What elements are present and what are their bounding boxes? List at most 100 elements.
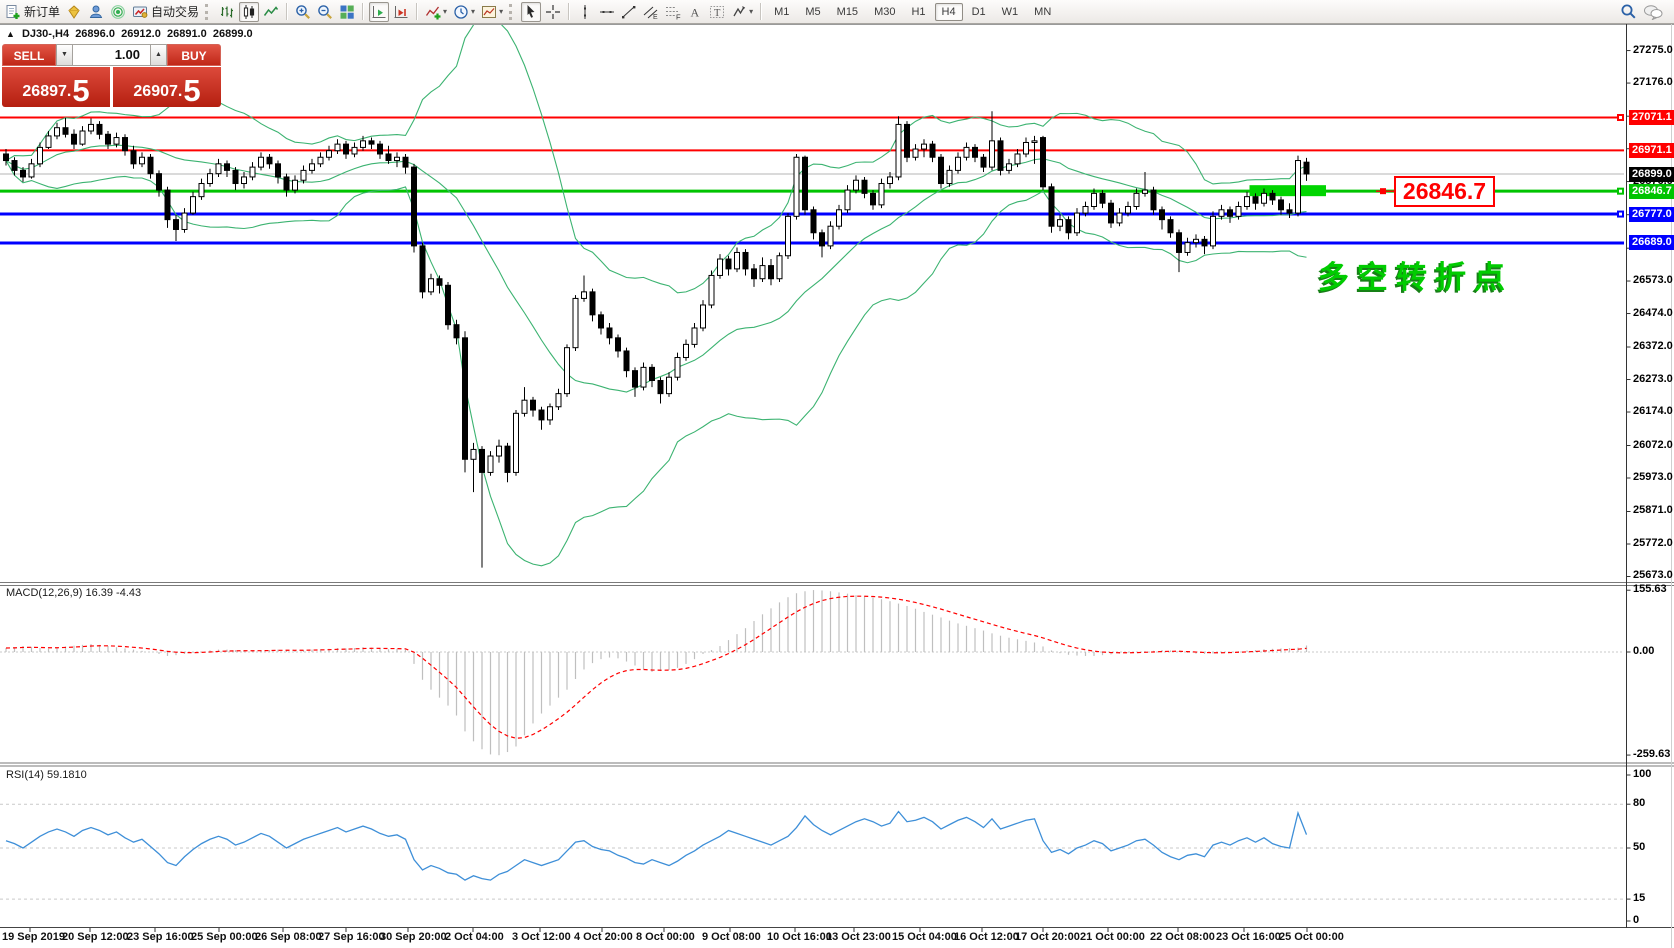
auto-scroll-button[interactable] [369, 2, 389, 22]
hline-price-label: 26777.0 [1629, 207, 1674, 222]
buy-button[interactable]: BUY [167, 44, 221, 66]
crosshair-button[interactable] [543, 2, 563, 22]
candle-body [216, 164, 221, 174]
candle-body [658, 381, 663, 394]
rsi-axis-label: 80 [1633, 797, 1645, 810]
candlestick-chart-icon [241, 4, 257, 20]
tf-button-M30[interactable]: M30 [867, 3, 902, 21]
chat-button[interactable] [1641, 2, 1665, 22]
candle-body [208, 174, 213, 184]
hline-price-label: 26899.0 [1629, 167, 1674, 182]
candle-body [1270, 193, 1275, 200]
candle-body [743, 252, 748, 268]
collapse-panel-icon[interactable]: ▲ [6, 29, 15, 39]
candle-body [335, 144, 340, 151]
indicators-button[interactable]: ▾ [423, 2, 449, 22]
tf-button-W1[interactable]: W1 [995, 3, 1026, 21]
candle-body [301, 170, 306, 180]
buy-price[interactable]: 26907. 5 [113, 67, 221, 107]
chart-canvas[interactable] [0, 0, 1674, 948]
candle-body [633, 371, 638, 387]
tf-button-M1[interactable]: M1 [767, 3, 796, 21]
profile-button[interactable] [86, 2, 106, 22]
volume-increase-button[interactable]: ▲ [150, 44, 167, 66]
candle-body [140, 157, 145, 164]
trendline-button[interactable] [619, 2, 639, 22]
vertical-line-button[interactable] [575, 2, 595, 22]
tf-button-M5[interactable]: M5 [798, 3, 827, 21]
periods-button[interactable]: ▾ [451, 2, 477, 22]
candle-body [1177, 233, 1182, 253]
candle-body [786, 216, 791, 255]
candle-body [1160, 210, 1165, 220]
candle-body [1083, 207, 1088, 214]
candle-body [539, 410, 544, 420]
candle-body [21, 170, 26, 177]
price-tick-label: 25973.0 [1633, 471, 1673, 484]
cursor-button[interactable] [521, 2, 541, 22]
candle-body [1236, 207, 1241, 217]
candle-body [225, 164, 230, 171]
green-zone-rect[interactable] [1250, 185, 1327, 196]
sell-price[interactable]: 26897. 5 [2, 67, 110, 107]
candle-body [471, 449, 476, 459]
signal-button[interactable] [108, 2, 128, 22]
svg-text:F: F [676, 12, 681, 20]
candle-body [1194, 239, 1199, 242]
zoom-in-button[interactable] [293, 2, 313, 22]
candle-body [80, 131, 85, 144]
candle-body [488, 456, 493, 472]
search-icon [1620, 3, 1637, 20]
price-tick-label: 26372.0 [1633, 340, 1673, 353]
tf-button-MN[interactable]: MN [1027, 3, 1058, 21]
candle-body [735, 252, 740, 268]
tf-button-H4[interactable]: H4 [935, 3, 963, 21]
auto-trading-button[interactable]: 自动交易 [130, 2, 201, 22]
horizontal-line-button[interactable] [597, 2, 617, 22]
tf-button-H1[interactable]: H1 [904, 3, 932, 21]
price-callout-label[interactable]: 26846.7 [1394, 176, 1495, 207]
zoom-out-button[interactable] [315, 2, 335, 22]
candle-body [386, 154, 391, 161]
candle-body [1202, 239, 1207, 246]
text-label-icon: T [709, 4, 725, 20]
tf-button-D1[interactable]: D1 [965, 3, 993, 21]
volume-value[interactable]: 1.00 [73, 44, 150, 66]
hline-price-label: 27071.1 [1629, 110, 1674, 125]
candle-body [573, 298, 578, 347]
candle-body [403, 157, 408, 167]
candle-body [1151, 190, 1156, 210]
tile-windows-button[interactable] [337, 2, 357, 22]
fibonacci-button[interactable]: F [663, 2, 683, 22]
tf-button-M15[interactable]: M15 [830, 3, 865, 21]
line-chart-button[interactable] [261, 2, 281, 22]
new-order-button[interactable]: 新订单 [3, 2, 62, 22]
time-axis-label: 25 Oct 00:00 [1279, 931, 1344, 943]
candle-body [684, 344, 689, 357]
price-tick-label: 27176.0 [1633, 76, 1673, 89]
gem-button[interactable] [64, 2, 84, 22]
candle-body [55, 128, 60, 136]
search-button[interactable] [1618, 2, 1639, 22]
turning-point-note[interactable]: 多空转折点 [1318, 252, 1513, 297]
hline-marker-dot [1619, 213, 1622, 216]
volume-decrease-button[interactable]: ▼ [56, 44, 73, 66]
text-label-button[interactable]: T [707, 2, 727, 22]
time-axis-label: 23 Oct 16:00 [1216, 931, 1281, 943]
sell-button[interactable]: SELL [2, 44, 56, 66]
bar-chart-button[interactable] [217, 2, 237, 22]
text-button[interactable]: A [685, 2, 705, 22]
candle-body [1262, 193, 1267, 203]
templates-button[interactable]: ▾ [479, 2, 505, 22]
arrows-button[interactable]: ▾ [729, 2, 755, 22]
time-axis-label: 3 Oct 12:00 [512, 931, 571, 943]
channel-button[interactable]: E [641, 2, 661, 22]
callout-anchor [1380, 188, 1386, 194]
candle-body [437, 279, 442, 286]
candle-body [174, 220, 179, 230]
chart-shift-button[interactable] [391, 2, 411, 22]
candle-body [675, 358, 680, 378]
candle-body [1075, 213, 1080, 233]
price-tick-label: 26174.0 [1633, 405, 1673, 418]
candlestick-chart-button[interactable] [239, 2, 259, 22]
